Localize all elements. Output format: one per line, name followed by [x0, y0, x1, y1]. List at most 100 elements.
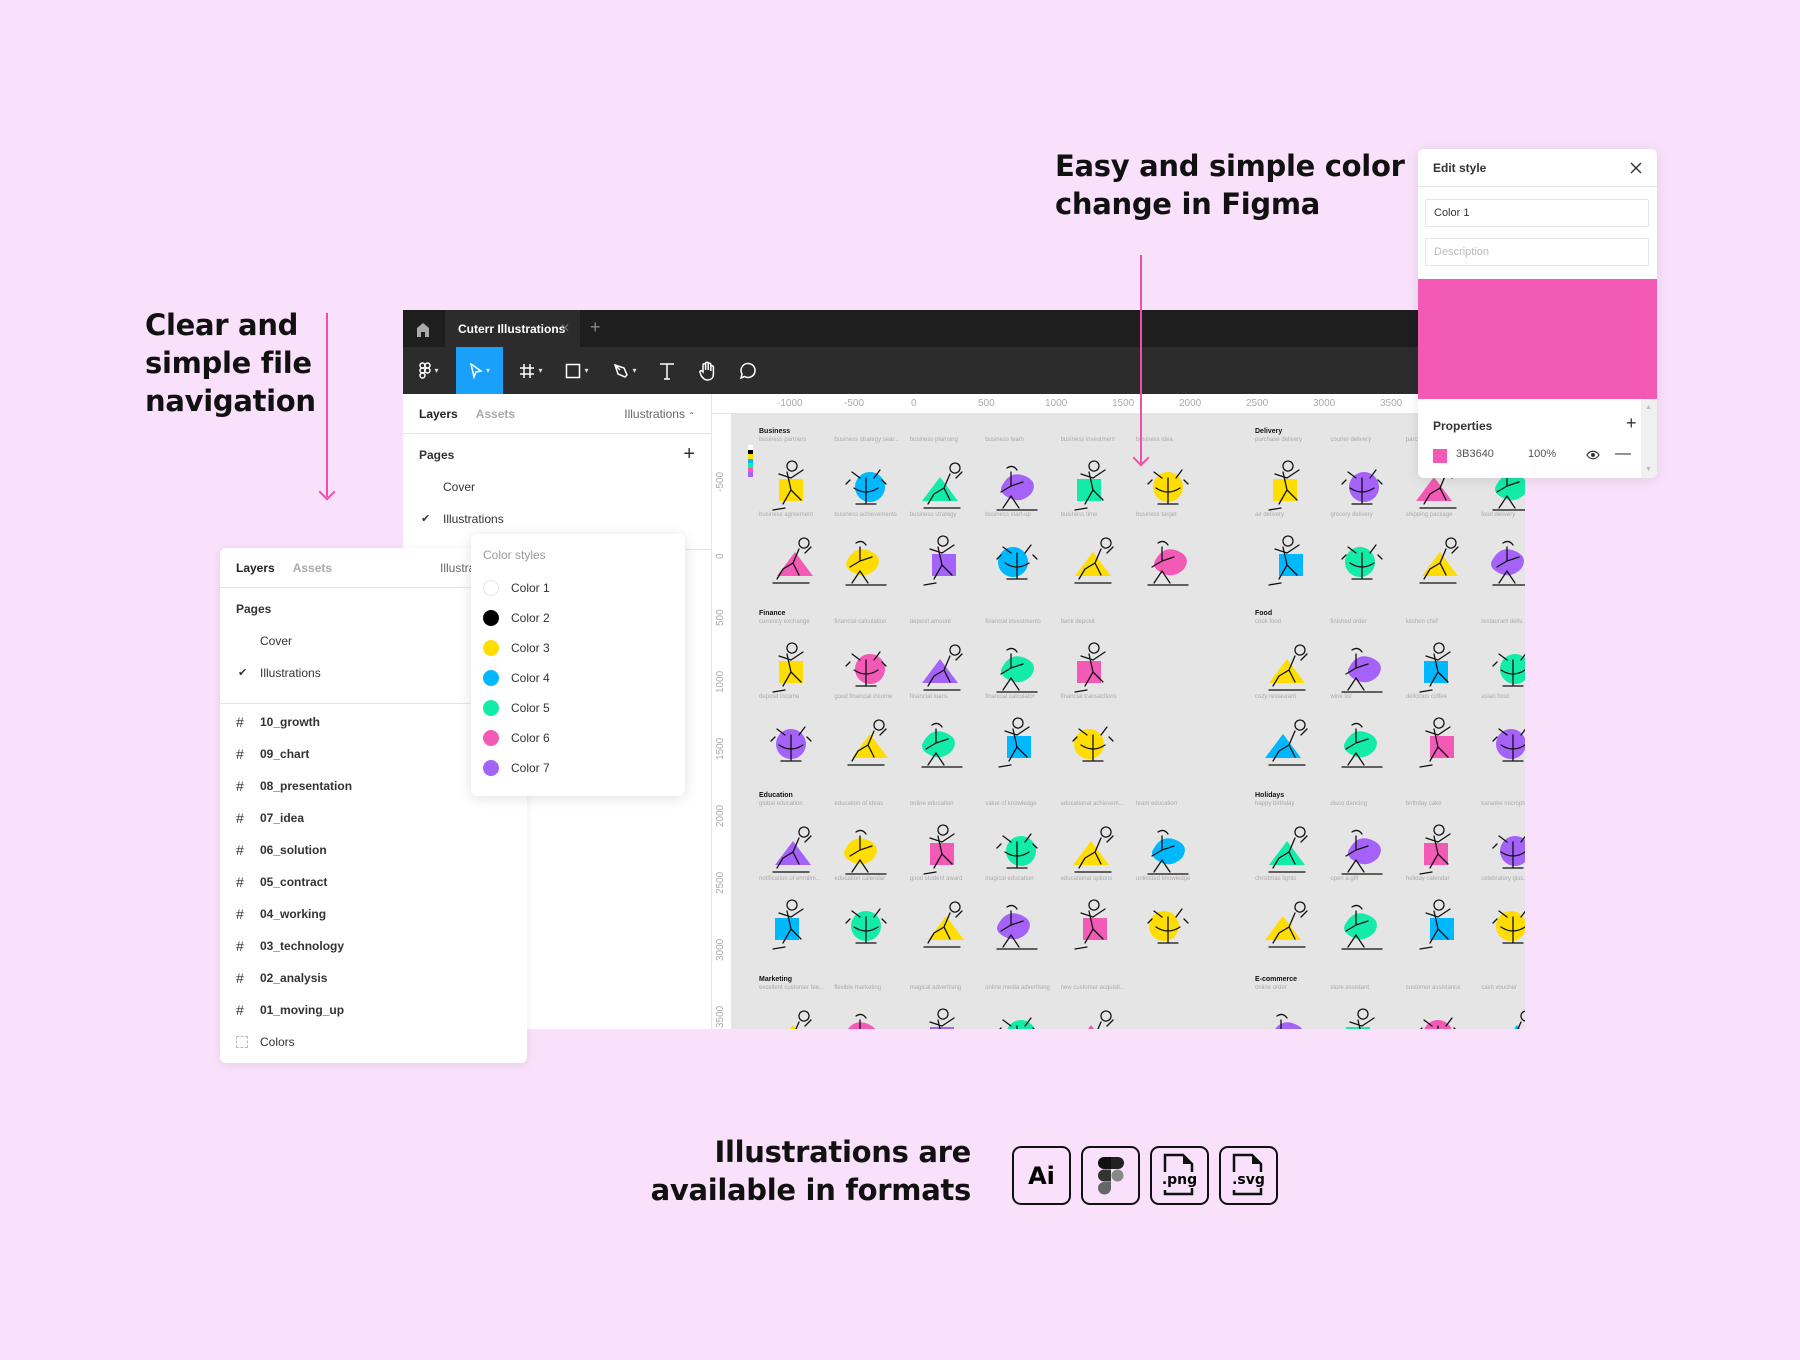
illustration[interactable]: [1408, 533, 1468, 593]
illustration[interactable]: [761, 822, 821, 882]
illustration[interactable]: [987, 533, 1047, 593]
style-description-input[interactable]: [1425, 238, 1649, 266]
illustration[interactable]: [1257, 640, 1317, 700]
illustration[interactable]: [836, 458, 896, 518]
illustration[interactable]: [912, 533, 972, 593]
illustration[interactable]: [1483, 640, 1525, 700]
illustration[interactable]: [1483, 715, 1525, 775]
illustration[interactable]: [1332, 715, 1392, 775]
frame-tool[interactable]: ▾: [513, 347, 549, 394]
tab-layers[interactable]: Layers: [419, 407, 458, 421]
illustration[interactable]: [912, 822, 972, 882]
layer-item[interactable]: #01_moving_up: [220, 994, 527, 1026]
illustration[interactable]: [1063, 715, 1123, 775]
close-icon[interactable]: [1629, 161, 1643, 175]
illustration[interactable]: [836, 897, 896, 957]
scrollbar[interactable]: ▲ ▼: [1641, 399, 1657, 478]
file-tab[interactable]: Cuterr Illustrations ✕: [445, 310, 580, 347]
illustration[interactable]: [1063, 897, 1123, 957]
close-tab-icon[interactable]: ✕: [560, 321, 570, 335]
layer-item[interactable]: #03_technology: [220, 930, 527, 962]
illustration[interactable]: [1408, 822, 1468, 882]
color-style-item[interactable]: Color 7: [483, 758, 550, 778]
layer-item[interactable]: #05_contract: [220, 866, 527, 898]
illustration[interactable]: [836, 533, 896, 593]
move-tool[interactable]: ▾: [456, 347, 503, 394]
illustration[interactable]: [761, 715, 821, 775]
page-item-illustrations[interactable]: ✔ Illustrations: [403, 503, 711, 535]
layer-item[interactable]: #02_analysis: [220, 962, 527, 994]
illustration[interactable]: [1138, 897, 1198, 957]
illustration[interactable]: [761, 640, 821, 700]
new-tab-icon[interactable]: +: [590, 317, 601, 338]
tab-assets[interactable]: Assets: [293, 561, 332, 575]
hex-value[interactable]: 3B3640: [1456, 448, 1494, 460]
add-page-icon[interactable]: +: [683, 443, 695, 466]
layer-item[interactable]: #07_idea: [220, 802, 527, 834]
illustration[interactable]: [836, 822, 896, 882]
illustration[interactable]: [1408, 640, 1468, 700]
color-style-item[interactable]: Color 3: [483, 638, 550, 658]
eye-icon[interactable]: [1586, 450, 1600, 460]
layer-item-colors[interactable]: Colors: [220, 1026, 527, 1058]
illustration[interactable]: [987, 1006, 1047, 1029]
shape-tool[interactable]: ▾: [559, 347, 595, 394]
illustration[interactable]: [836, 715, 896, 775]
scroll-down-icon[interactable]: ▼: [1645, 466, 1652, 473]
illustration[interactable]: [1408, 897, 1468, 957]
illustration[interactable]: [1063, 533, 1123, 593]
illustration[interactable]: [912, 640, 972, 700]
color-preview[interactable]: [1418, 279, 1657, 399]
illustration[interactable]: [912, 1006, 972, 1029]
illustration[interactable]: [987, 458, 1047, 518]
hand-tool[interactable]: [697, 347, 717, 394]
illustration[interactable]: [1483, 533, 1525, 593]
color-style-item[interactable]: Color 5: [483, 698, 550, 718]
main-menu-button[interactable]: ▾: [411, 347, 447, 394]
illustration[interactable]: [761, 458, 821, 518]
illustration[interactable]: [1483, 1006, 1525, 1029]
illustration[interactable]: [1332, 1006, 1392, 1029]
illustration[interactable]: [1257, 533, 1317, 593]
home-icon[interactable]: [413, 319, 433, 339]
illustration[interactable]: [1063, 822, 1123, 882]
illustration[interactable]: [1257, 897, 1317, 957]
layer-item[interactable]: #04_working: [220, 898, 527, 930]
color-style-item[interactable]: Color 1: [483, 578, 550, 598]
illustration[interactable]: [912, 897, 972, 957]
scroll-up-icon[interactable]: ▲: [1645, 404, 1652, 411]
illustration[interactable]: [1138, 458, 1198, 518]
illustration[interactable]: [1408, 1006, 1468, 1029]
illustration[interactable]: [761, 897, 821, 957]
illustration[interactable]: [1257, 1006, 1317, 1029]
illustration[interactable]: [1138, 822, 1198, 882]
illustration[interactable]: [1257, 458, 1317, 518]
illustration[interactable]: [836, 1006, 896, 1029]
comment-tool[interactable]: [737, 347, 757, 394]
illustration[interactable]: [1063, 640, 1123, 700]
color-style-item[interactable]: Color 2: [483, 608, 550, 628]
illustration[interactable]: [987, 715, 1047, 775]
tab-assets[interactable]: Assets: [476, 407, 515, 421]
illustration[interactable]: [1408, 715, 1468, 775]
fill-swatch[interactable]: [1433, 449, 1447, 463]
page-item-cover[interactable]: Cover: [403, 471, 711, 503]
page-selector[interactable]: Illustrations ⌃: [624, 407, 695, 421]
color-style-item[interactable]: Color 6: [483, 728, 550, 748]
color-style-item[interactable]: Color 4: [483, 668, 550, 688]
illustration[interactable]: [1257, 715, 1317, 775]
illustration[interactable]: [987, 640, 1047, 700]
illustration[interactable]: [1332, 640, 1392, 700]
illustration[interactable]: [1257, 822, 1317, 882]
illustration[interactable]: [1332, 822, 1392, 882]
canvas[interactable]: Business business partners business strate…: [732, 414, 1525, 1029]
text-tool[interactable]: [657, 347, 677, 394]
opacity-value[interactable]: 100%: [1528, 448, 1556, 460]
illustration[interactable]: [761, 1006, 821, 1029]
remove-property-icon[interactable]: —: [1615, 445, 1631, 463]
illustration[interactable]: [1332, 897, 1392, 957]
illustration[interactable]: [836, 640, 896, 700]
illustration[interactable]: [1332, 533, 1392, 593]
illustration[interactable]: [1483, 897, 1525, 957]
illustration[interactable]: [1332, 458, 1392, 518]
